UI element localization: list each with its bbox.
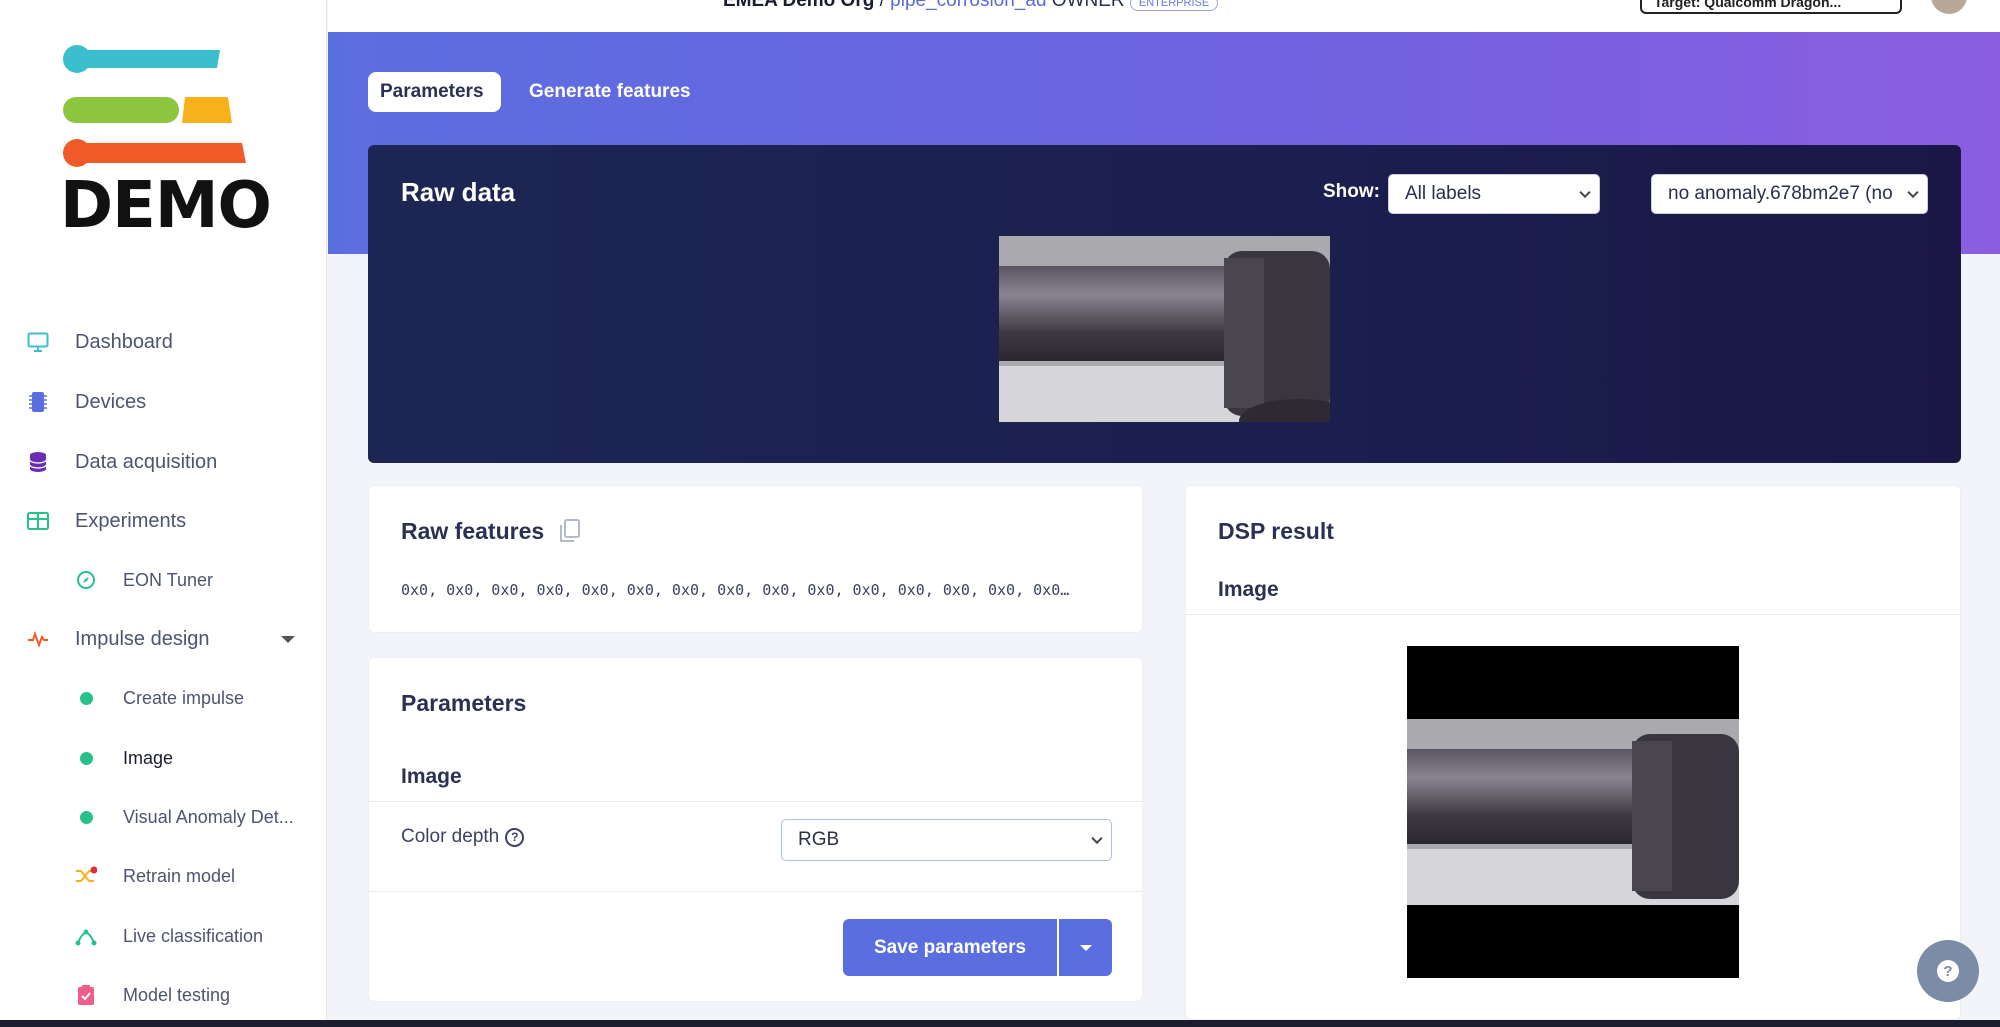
- network-icon: [74, 924, 98, 948]
- sidebar-item-impulse-design[interactable]: Impulse design: [0, 619, 327, 659]
- show-label: Show:: [1323, 181, 1380, 202]
- enterprise-badge: ENTERPRISE: [1129, 0, 1219, 11]
- color-depth-text: Color depth: [401, 826, 500, 847]
- sidebar-item-eon-tuner[interactable]: EON Tuner: [0, 560, 327, 600]
- sidebar: DEMO Dashboard Devices Data acquisition …: [0, 0, 327, 1020]
- save-options-dropdown[interactable]: [1059, 919, 1112, 976]
- compass-icon: [74, 568, 98, 592]
- clipboard-check-icon: [74, 983, 98, 1007]
- tab-generate-features[interactable]: Generate features: [517, 72, 703, 112]
- monitor-icon: [26, 330, 50, 354]
- org-name[interactable]: EMEA Demo Org: [723, 0, 874, 11]
- sidebar-item-label: Visual Anomaly Det...: [123, 806, 294, 827]
- raw-data-panel: Raw data Show: All labels no anomaly.678…: [368, 145, 1961, 463]
- raw-features-values: 0x0, 0x0, 0x0, 0x0, 0x0, 0x0, 0x0, 0x0, …: [401, 581, 1070, 599]
- dsp-image-title: Image: [1218, 578, 1279, 601]
- chevron-down-icon: [1579, 186, 1591, 199]
- raw-features-title: Raw features: [401, 518, 545, 544]
- question-icon: ?: [1937, 960, 1959, 982]
- parameters-card: Parameters Image Color depth ? RGB Save …: [368, 657, 1143, 1002]
- app-window: DEMO Dashboard Devices Data acquisition …: [0, 0, 2000, 1020]
- color-depth-value: RGB: [798, 829, 840, 850]
- sidebar-item-label: EON Tuner: [123, 569, 214, 590]
- demo-logo: DEMO: [60, 44, 272, 244]
- image-section-title: Image: [401, 765, 462, 788]
- raw-data-title: Raw data: [401, 177, 516, 207]
- dsp-result-image: [1407, 646, 1739, 978]
- sidebar-item-label: Dashboard: [75, 330, 173, 353]
- sample-select[interactable]: no anomaly.678bm2e7 (no: [1651, 174, 1928, 214]
- sidebar-item-label: Model testing: [123, 984, 231, 1005]
- chevron-down-icon: [1907, 186, 1919, 199]
- target-device-button[interactable]: Target: Qualcomm Dragon...: [1640, 0, 1902, 14]
- chevron-down-icon: [281, 635, 295, 643]
- help-circle-icon[interactable]: ?: [505, 827, 525, 847]
- label-filter-value: All labels: [1405, 183, 1482, 204]
- divider: [369, 801, 1142, 802]
- database-icon: [26, 450, 50, 474]
- sidebar-item-model-testing[interactable]: Model testing: [0, 975, 327, 1015]
- help-button[interactable]: ?: [1917, 940, 1979, 1002]
- sidebar-item-retrain-model[interactable]: Retrain model: [0, 856, 327, 896]
- dot-icon: [74, 746, 98, 770]
- raw-sample-image: [999, 236, 1330, 422]
- owner-label: OWNER: [1051, 0, 1125, 11]
- caret-down-icon: [1079, 944, 1092, 951]
- chevron-down-icon: [1091, 832, 1103, 845]
- divider: [369, 891, 1142, 892]
- sidebar-item-label: Experiments: [75, 509, 187, 532]
- sidebar-item-label: Live classification: [123, 925, 264, 946]
- color-depth-label: Color depth ?: [401, 826, 525, 848]
- dot-icon: [74, 686, 98, 710]
- top-header: EMEA Demo Org / pipe_corrosion_ad OWNER …: [328, 0, 2000, 32]
- dot-icon: [74, 805, 98, 829]
- sidebar-item-image[interactable]: Image: [0, 738, 327, 778]
- color-depth-select[interactable]: RGB: [781, 819, 1112, 861]
- divider: [1186, 614, 1960, 615]
- sidebar-item-label: Image: [123, 747, 174, 768]
- sidebar-item-live-classification[interactable]: Live classification: [0, 916, 327, 956]
- dsp-result-title: DSP result: [1218, 518, 1334, 544]
- breadcrumb: EMEA Demo Org / pipe_corrosion_ad OWNER …: [723, 0, 1219, 12]
- logo-text: DEMO: [60, 169, 272, 243]
- sidebar-item-label: Retrain model: [123, 865, 236, 886]
- sidebar-item-data-acquisition[interactable]: Data acquisition: [0, 442, 327, 482]
- shuffle-icon: [74, 864, 98, 888]
- tab-parameters[interactable]: Parameters: [368, 72, 501, 112]
- sidebar-item-label: Create impulse: [123, 687, 245, 708]
- sample-value: no anomaly.678bm2e7 (no: [1668, 183, 1893, 204]
- sidebar-item-experiments[interactable]: Experiments: [0, 501, 327, 541]
- copy-icon[interactable]: [559, 519, 581, 543]
- sidebar-item-devices[interactable]: Devices: [0, 382, 327, 422]
- sidebar-item-label: Impulse design: [75, 627, 210, 650]
- sidebar-item-visual-anomaly[interactable]: Visual Anomaly Det...: [0, 797, 327, 837]
- sidebar-item-label: Data acquisition: [75, 450, 218, 473]
- project-name[interactable]: pipe_corrosion_ad: [890, 0, 1046, 11]
- avatar[interactable]: [1931, 0, 1967, 14]
- save-parameters-button[interactable]: Save parameters: [843, 919, 1057, 976]
- table-icon: [26, 509, 50, 533]
- breadcrumb-separator: /: [879, 0, 885, 11]
- parameters-title: Parameters: [401, 690, 527, 716]
- sidebar-item-label: Devices: [75, 390, 147, 413]
- pulse-icon: [26, 627, 50, 651]
- chip-icon: [26, 390, 50, 414]
- sidebar-item-dashboard[interactable]: Dashboard: [0, 322, 327, 362]
- dsp-result-card: DSP result Image: [1185, 485, 1961, 1020]
- label-filter-select[interactable]: All labels: [1388, 174, 1600, 214]
- raw-features-card: Raw features 0x0, 0x0, 0x0, 0x0, 0x0, 0x…: [368, 485, 1143, 633]
- sidebar-item-create-impulse[interactable]: Create impulse: [0, 678, 327, 718]
